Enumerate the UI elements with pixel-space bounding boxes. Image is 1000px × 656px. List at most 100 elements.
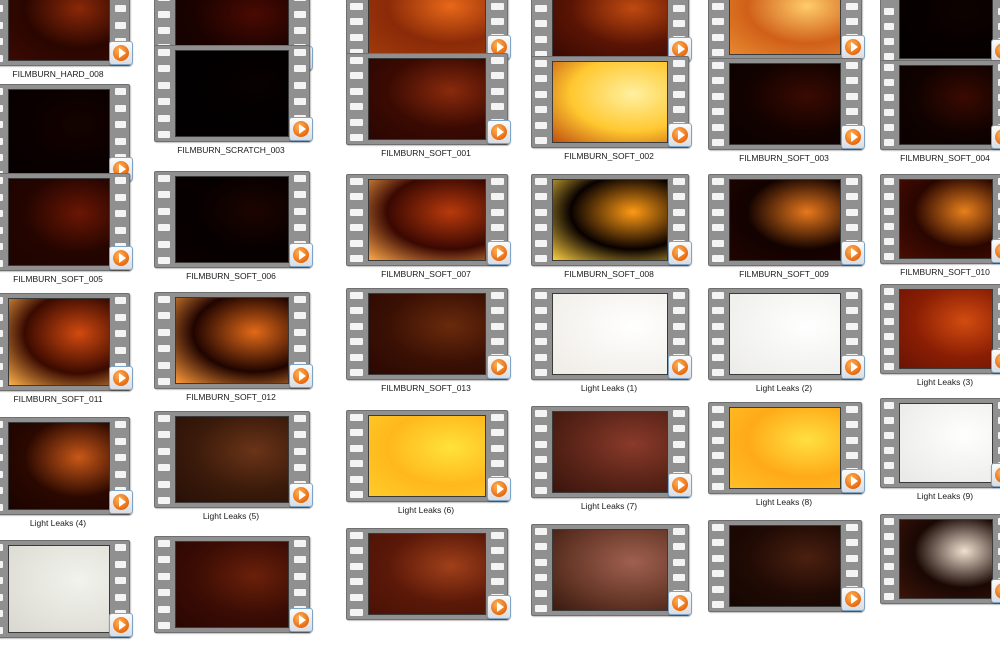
sprocket-hole [158, 621, 170, 629]
film-sprockets-left [884, 402, 894, 484]
sprocket-hole [673, 193, 685, 201]
sprocket-hole [115, 454, 126, 462]
sprocket-hole [884, 94, 894, 101]
sprocket-hole [491, 322, 504, 330]
sprocket-hole [712, 322, 724, 330]
video-preview-frame [729, 407, 841, 489]
video-file-item[interactable]: Light Leaks (5) [154, 411, 313, 526]
video-thumbnail [531, 56, 692, 148]
video-file-item[interactable]: Light Leaks (3) [880, 284, 1000, 392]
film-sprockets-left [0, 421, 3, 511]
sprocket-hole [115, 137, 126, 145]
play-icon [289, 243, 313, 267]
sprocket-hole [535, 440, 547, 448]
sprocket-hole [0, 21, 3, 29]
film-sprockets-left [0, 0, 3, 62]
video-file-item[interactable]: FILMBURN_SCRATCH_003 [154, 45, 313, 160]
file-name-label: Light Leaks (7) [580, 501, 638, 511]
play-icon [109, 613, 133, 637]
file-name-label: FILMBURN_SOFT_011 [13, 394, 103, 404]
file-name-label: Light Leaks (2) [755, 383, 813, 393]
video-file-item[interactable]: FILMBURN_SOFT_001 [346, 53, 511, 163]
video-thumbnail [0, 173, 133, 271]
sprocket-hole [712, 2, 724, 10]
sprocket-hole [158, 361, 170, 369]
sprocket-hole [673, 90, 685, 98]
sprocket-hole [712, 436, 724, 444]
sprocket-hole [673, 4, 685, 12]
sprocket-hole [846, 436, 858, 444]
video-file-item[interactable]: FILMBURN_SOFT_008 [531, 174, 692, 284]
video-file-item[interactable]: Light Leaks (1) [531, 288, 692, 398]
video-file-item[interactable] [0, 540, 133, 656]
sprocket-hole [846, 224, 858, 232]
sprocket-hole [712, 467, 724, 475]
video-file-item[interactable] [346, 528, 511, 638]
video-file-item[interactable]: Light Leaks (4) [0, 417, 133, 533]
video-file-item[interactable]: Light Leaks (6) [346, 410, 511, 520]
sprocket-hole [884, 462, 894, 469]
sprocket-hole [535, 574, 547, 582]
video-preview-frame [175, 176, 289, 263]
play-triangle [299, 490, 306, 500]
video-preview-frame [899, 289, 993, 369]
play-icon [289, 608, 313, 632]
video-file-item[interactable]: Light Leaks (8) [708, 402, 865, 512]
video-file-item[interactable] [708, 520, 865, 630]
sprocket-hole [846, 18, 858, 26]
video-thumbnail [880, 284, 1000, 374]
sprocket-hole [673, 410, 685, 417]
video-file-item[interactable]: FILMBURN_SOFT_012 [154, 292, 313, 407]
play-triangle [497, 248, 504, 258]
video-file-item[interactable]: FILMBURN_SOFT_003 [708, 58, 865, 168]
video-thumbnail [154, 171, 313, 268]
play-triangle [497, 42, 504, 52]
sprocket-hole [0, 5, 3, 13]
video-file-item[interactable]: Light Leaks (7) [531, 406, 692, 516]
sprocket-hole [535, 90, 547, 98]
video-file-item[interactable]: FILMBURN_HARD_008 [0, 0, 133, 84]
file-name-label: FILMBURN_SOFT_010 [900, 267, 990, 277]
video-thumbnail [531, 0, 692, 62]
video-file-item[interactable]: FILMBURN_SOFT_011 [0, 293, 133, 409]
sprocket-hole [884, 139, 894, 146]
video-preview-frame [368, 58, 486, 140]
video-file-item[interactable] [531, 524, 692, 634]
video-file-item[interactable]: Light Leaks (9) [880, 398, 1000, 506]
video-file-item[interactable]: FILMBURN_SOFT_004 [880, 60, 1000, 168]
sprocket-hole [158, 589, 170, 597]
sprocket-hole [158, 572, 170, 580]
sprocket-hole [884, 53, 894, 60]
sprocket-hole [350, 578, 363, 586]
file-name-label: FILMBURN_SOFT_006 [186, 271, 276, 281]
sprocket-hole [846, 108, 858, 116]
play-icon [289, 117, 313, 141]
video-file-item[interactable]: FILMBURN_SOFT_007 [346, 174, 511, 284]
sprocket-hole [491, 532, 504, 539]
sprocket-hole [846, 292, 858, 299]
sprocket-hole [673, 208, 685, 216]
video-file-item[interactable]: FILMBURN_SOFT_013 [346, 288, 511, 398]
video-thumbnail [531, 406, 692, 498]
play-icon [668, 355, 692, 379]
sprocket-hole [884, 363, 894, 370]
video-file-item[interactable]: FILMBURN_SOFT_010 [880, 174, 1000, 282]
play-triangle [678, 480, 685, 490]
sprocket-hole [673, 528, 685, 535]
sprocket-hole [158, 345, 170, 353]
video-file-item[interactable] [154, 536, 313, 651]
play-triangle [119, 497, 126, 507]
sprocket-hole [884, 223, 894, 230]
sprocket-hole [846, 193, 858, 201]
video-file-item[interactable]: FILMBURN_SOFT_009 [708, 174, 865, 284]
sprocket-hole [294, 556, 306, 564]
video-file-item[interactable]: FILMBURN_SOFT_002 [531, 56, 692, 166]
video-thumbnail [0, 84, 133, 182]
video-thumbnail [531, 174, 692, 266]
video-file-item[interactable] [880, 514, 1000, 622]
video-file-item[interactable]: FILMBURN_SOFT_006 [154, 171, 313, 286]
video-file-item[interactable]: FILMBURN_SOFT_005 [0, 173, 133, 289]
sprocket-hole [491, 429, 504, 437]
file-name-label: Light Leaks (3) [916, 377, 974, 387]
video-file-item[interactable]: Light Leaks (2) [708, 288, 865, 398]
